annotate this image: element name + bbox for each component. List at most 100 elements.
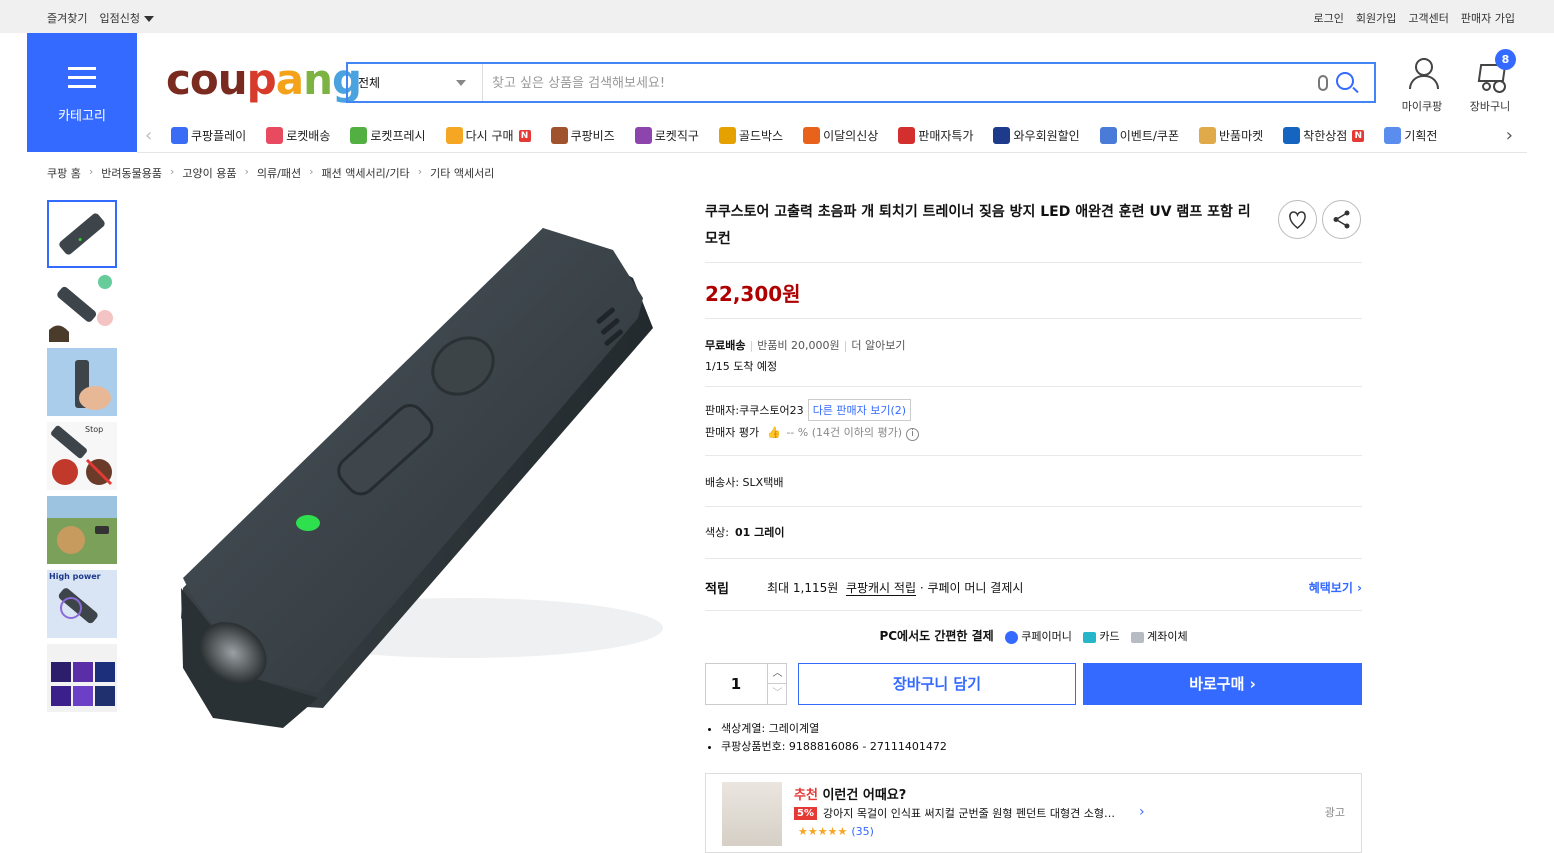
bookmark-link[interactable]: 즐겨찾기 [47, 10, 87, 26]
info-icon[interactable]: i [906, 428, 919, 441]
recommendation-card[interactable]: 추천 이런건 어때요? 5% 강아지 목걸이 인식표 써지컬 군번줄 원형 펜던트… [705, 773, 1362, 853]
nav-item[interactable]: 로켓배송 [266, 127, 330, 144]
breadcrumb-separator-icon: › [88, 165, 94, 178]
quantity-input[interactable]: 1 [706, 675, 766, 693]
learn-more-link[interactable]: 더 알아보기 [851, 339, 905, 352]
thumbnail-4[interactable]: Stop [47, 422, 117, 490]
breadcrumb-link[interactable]: 패션 액세서리/기타 [322, 165, 410, 181]
other-sellers-button[interactable]: 다른 판매자 보기(2) [807, 399, 912, 421]
add-to-cart-button[interactable]: 장바구니 담기 [798, 663, 1076, 705]
chevron-right-icon[interactable]: › [1506, 125, 1513, 146]
product-title: 쿠쿠스토어 고출력 초음파 개 퇴치기 트레이너 짖음 방지 LED 애완견 훈… [705, 204, 1251, 247]
category-button[interactable]: 카테고리 [27, 33, 137, 152]
breadcrumb-link[interactable]: 의류/패션 [257, 165, 301, 181]
breadcrumb-separator-icon: › [244, 165, 249, 178]
search-icon[interactable] [1336, 72, 1354, 90]
share-icon [1333, 210, 1350, 229]
nav-item[interactable]: 쿠팡비즈 [550, 127, 615, 144]
coupang-cash-link[interactable]: 쿠팡캐시 적립 [846, 581, 916, 595]
favorite-button[interactable] [1278, 200, 1317, 239]
svg-text:High power: High power [49, 572, 101, 581]
thumbnail-6[interactable]: High power [47, 570, 117, 638]
share-button[interactable] [1322, 200, 1361, 239]
nav-item-label: 골드박스 [738, 129, 784, 143]
ad-label: 광고 [1324, 806, 1345, 819]
nav-item[interactable]: 골드박스 [718, 127, 784, 144]
nav-item-label: 와우회원할인 [1013, 129, 1080, 143]
thumbnail-1[interactable] [47, 200, 117, 268]
nav-item[interactable]: 로켓직구 [634, 127, 699, 144]
nav-item-label: 착한상점 [1303, 129, 1348, 143]
thumbnail-5[interactable] [47, 496, 117, 564]
spec-list: 색상계열: 그레이계열 쿠팡상품번호: 9188816086 - 2711140… [721, 720, 947, 756]
spec-item: 쿠팡상품번호: 9188816086 - 27111401472 [721, 738, 947, 756]
search-input[interactable] [492, 72, 1292, 94]
chevron-right-icon[interactable]: › [1139, 804, 1145, 820]
nav-item-label: 다시 구매 [465, 129, 514, 143]
nav-item[interactable]: 이벤트/쿠폰 [1099, 127, 1179, 144]
nav-item-icon [1384, 127, 1402, 144]
cart-label: 장바구니 [1469, 100, 1511, 113]
seller-name[interactable]: 쿠쿠스토어23 [739, 402, 804, 418]
thumbnail-3[interactable] [47, 348, 117, 416]
chevron-left-icon[interactable]: ‹ [145, 125, 152, 146]
main-product-image[interactable] [133, 198, 689, 746]
nav-item[interactable]: 다시 구매 N [445, 127, 531, 144]
breadcrumb-separator-icon: › [417, 165, 423, 178]
nav-item-label: 쿠팡플레이 [191, 129, 247, 143]
divider [705, 558, 1362, 559]
buy-now-button[interactable]: 바로구매 › [1083, 663, 1362, 705]
nav-item[interactable]: 와우회원할인 [993, 127, 1080, 144]
my-coupang-button[interactable]: 마이쿠팡 [1396, 58, 1448, 114]
spec-item: 색상계열: 그레이계열 [721, 720, 947, 738]
discount-badge: 5% [794, 806, 817, 820]
vendor-apply-link[interactable]: 입점신청 [99, 10, 154, 26]
recommendation-image[interactable] [722, 782, 782, 846]
login-link[interactable]: 로그인 [1314, 10, 1344, 26]
color-option[interactable]: 색상: 01 그레이 [705, 524, 784, 540]
nav-item-icon [445, 127, 463, 144]
recommendation-product[interactable]: 5% 강아지 목걸이 인식표 써지컬 군번줄 원형 펜던트 대형견 소형… [794, 805, 1134, 821]
nav-item-icon [1099, 127, 1117, 144]
breadcrumb-link[interactable]: 쿠팡 홈 [47, 165, 81, 181]
nav-item[interactable]: 로켓프레시 [350, 127, 426, 144]
thumbnail-2[interactable] [47, 274, 117, 342]
benefits-link[interactable]: 혜택보기 › [1309, 579, 1362, 596]
nav-item-label: 로켓프레시 [370, 129, 426, 143]
chevron-up-icon[interactable]: ︿ [767, 664, 787, 684]
breadcrumb: 쿠팡 홈 › 반려동물용품 › 고양이 용품 › 의류/패션 › 패션 액세서리/기타 › 기타 액… [47, 165, 494, 181]
nav-item[interactable]: 착한상점 N [1283, 127, 1365, 144]
dropdown-arrow-icon [456, 80, 466, 86]
nav-item[interactable]: 판매자특가 [898, 127, 973, 144]
nav-item[interactable]: 쿠팡플레이 [171, 127, 246, 144]
nav-item-icon [1198, 127, 1216, 144]
breadcrumb-link[interactable]: 고양이 용품 [182, 165, 236, 181]
card-icon [1083, 631, 1097, 643]
nav-item[interactable]: 이달의신상 [803, 127, 878, 144]
nav-item-icon [1283, 127, 1301, 144]
user-icon [1408, 58, 1439, 90]
customer-center-link[interactable]: 고객센터 [1408, 10, 1448, 26]
chevron-down-icon[interactable]: ﹀ [767, 684, 787, 704]
bank-icon [1131, 631, 1145, 643]
nav-item[interactable]: 기획전 [1384, 127, 1437, 144]
microphone-icon[interactable] [1318, 75, 1328, 91]
header-divider [137, 152, 1527, 153]
nav-item-icon [898, 127, 916, 144]
signup-link[interactable]: 회원가입 [1356, 10, 1396, 26]
caret-down-icon [143, 16, 154, 22]
svg-text:Stop: Stop [85, 425, 103, 434]
thumbnail-7[interactable] [47, 644, 117, 712]
nav-item[interactable]: 반품마켓 [1198, 127, 1263, 144]
divider [705, 262, 1362, 263]
search-bar: 전체 [346, 62, 1376, 103]
search-scope-select[interactable]: 전체 [348, 64, 483, 101]
payment-methods: PC에서도 간편한 결제 쿠페이머니 카드 계좌이체 [879, 629, 1188, 644]
seller-signup-link[interactable]: 판매자 가입 [1461, 10, 1515, 26]
breadcrumb-link[interactable]: 반려동물용품 [101, 165, 162, 181]
nav-item-label: 로켓배송 [286, 129, 331, 143]
breadcrumb-link[interactable]: 기타 액세서리 [430, 165, 494, 181]
coupang-logo[interactable]: coupang [166, 55, 362, 105]
seller-rating: 판매자 평가 👍 -- % (14건 이하의 평가) i [705, 424, 919, 441]
divider [705, 455, 1362, 456]
